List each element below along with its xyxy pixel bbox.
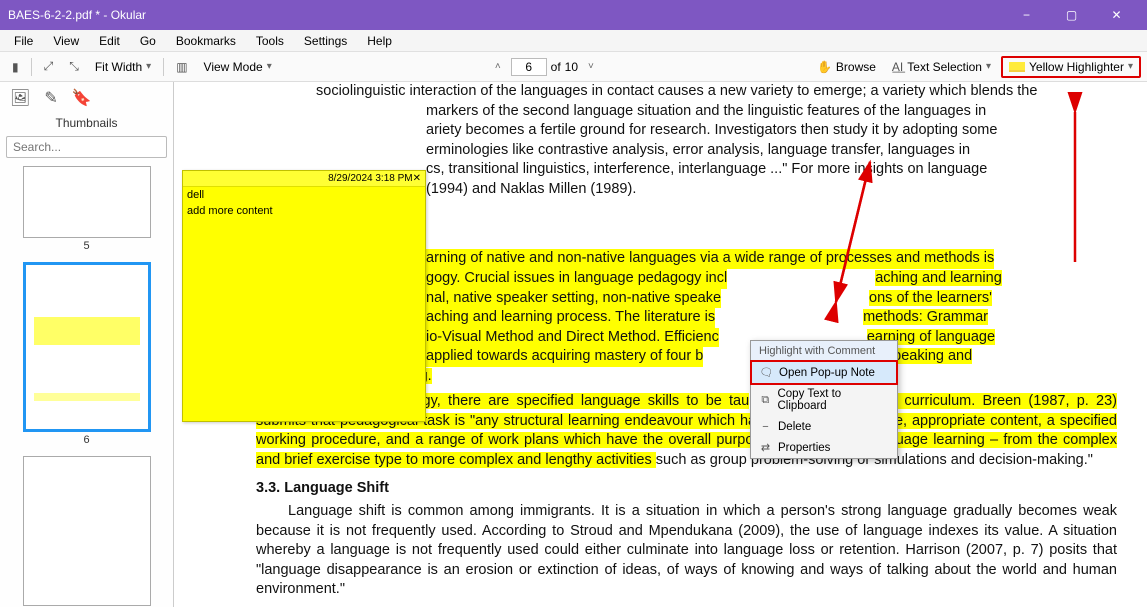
pencil-icon: ✎ (44, 90, 57, 107)
browse-tool-button[interactable]: ✋ Browse (811, 57, 882, 77)
thumbnail-page-5[interactable]: 5 (6, 166, 167, 252)
view-mode-label: View Mode (204, 60, 263, 74)
context-delete[interactable]: − Delete (751, 416, 897, 437)
context-copy-text[interactable]: ⧉ Copy Text to Clipboard (751, 384, 897, 416)
hand-icon: ✋ (817, 60, 832, 74)
main-area: 🖼 ✎ 🔖 Thumbnails 5 6 sociolinguisti (0, 82, 1147, 607)
chevron-up-icon: ˄ (495, 61, 501, 72)
next-page-button[interactable]: ˅ (582, 58, 600, 75)
page-total: 10 (565, 60, 578, 74)
thumbnails-list: 5 6 (0, 164, 173, 607)
prev-page-button[interactable]: ˄ (489, 58, 507, 75)
window-buttons: − ▢ ✕ (1004, 0, 1139, 30)
maximize-button[interactable]: ▢ (1049, 0, 1094, 30)
text-selection-button[interactable]: A̲I̲ Text Selection ▾ (886, 57, 997, 77)
sidebar-search (6, 136, 167, 158)
context-menu-title: Highlight with Comment (751, 341, 897, 361)
panel-icon: ▮ (12, 60, 19, 74)
menu-settings[interactable]: Settings (294, 32, 357, 50)
zoom-in-icon: ⤡ (69, 59, 79, 74)
chevron-down-icon: ˅ (588, 61, 594, 72)
titlebar: BAES-6-2-2.pdf * - Okular − ▢ ✕ (0, 0, 1147, 30)
heading-3-3: 3.3. Language Shift (256, 479, 1117, 499)
sidebar: 🖼 ✎ 🔖 Thumbnails 5 6 (0, 82, 174, 607)
view-mode-icon: ▥ (176, 60, 187, 74)
chevron-down-icon: ▾ (986, 61, 991, 72)
zoom-out-icon: ⤢ (44, 59, 54, 74)
browse-label: Browse (836, 60, 876, 74)
page-of-label: of (551, 60, 561, 74)
thumbnail-page-7[interactable] (6, 456, 167, 606)
toolbar: ▮ ⤢ ⤡ Fit Width ▾ ▥ View Mode ▾ ˄ of 10 … (0, 52, 1147, 82)
zoom-out-button[interactable]: ⤢ (38, 56, 60, 77)
sidebar-tabs: 🖼 ✎ 🔖 (0, 82, 173, 114)
chevron-down-icon: ▾ (1128, 61, 1133, 72)
text-selection-label: Text Selection (907, 60, 982, 74)
menu-edit[interactable]: Edit (89, 32, 130, 50)
context-properties[interactable]: ⇄ Properties (751, 437, 897, 458)
menu-tools[interactable]: Tools (246, 32, 294, 50)
highlighter-tool-button[interactable]: Yellow Highlighter ▾ (1001, 56, 1141, 78)
thumbnail-page-6[interactable]: 6 (6, 262, 167, 446)
annotations-tab[interactable]: ✎ (44, 88, 57, 108)
properties-icon: ⇄ (759, 441, 772, 454)
menu-file[interactable]: File (4, 32, 43, 50)
chevron-down-icon: ▾ (267, 61, 272, 72)
search-input[interactable] (6, 136, 167, 158)
thumbnail-label: 5 (6, 240, 167, 252)
page-number-input[interactable] (511, 58, 547, 76)
bookmarks-tab[interactable]: 🔖 (72, 88, 92, 108)
text-selection-icon: A̲I̲ (892, 60, 903, 74)
zoom-in-button[interactable]: ⤡ (63, 56, 85, 77)
panel-toggle-button[interactable]: ▮ (6, 57, 25, 77)
menu-view[interactable]: View (43, 32, 89, 50)
zoom-mode-label: Fit Width (95, 60, 142, 74)
thumbnail-label: 6 (6, 434, 167, 446)
menu-bookmarks[interactable]: Bookmarks (166, 32, 246, 50)
note-body[interactable]: add more content (183, 203, 425, 219)
highlighter-label: Yellow Highlighter (1029, 60, 1124, 74)
annotation-context-menu: Highlight with Comment 🗨 Open Pop-up Not… (750, 340, 898, 459)
context-open-popup-note[interactable]: 🗨 Open Pop-up Note (750, 360, 898, 385)
thumbnails-icon: 🖼 (10, 90, 30, 107)
chevron-down-icon: ▾ (146, 61, 151, 72)
note-close-button[interactable]: ✕ (413, 173, 421, 184)
view-mode-icon-button[interactable]: ▥ (170, 57, 193, 77)
note-icon: 🗨 (760, 366, 773, 379)
minimize-button[interactable]: − (1004, 0, 1049, 30)
delete-icon: − (759, 420, 772, 433)
bookmark-icon: 🔖 (72, 90, 92, 107)
thumbnails-tab[interactable]: 🖼 (10, 88, 30, 108)
menu-go[interactable]: Go (130, 32, 166, 50)
window-title: BAES-6-2-2.pdf * - Okular (8, 8, 1004, 22)
popup-note[interactable]: 8/29/2024 3:18 PM ✕ dell add more conten… (182, 170, 426, 422)
sidebar-title: Thumbnails (0, 114, 173, 136)
menu-bar: File View Edit Go Bookmarks Tools Settin… (0, 30, 1147, 52)
note-author: dell (183, 187, 425, 203)
copy-icon: ⧉ (759, 394, 771, 407)
view-mode-dropdown[interactable]: View Mode ▾ (198, 57, 278, 77)
highlighter-swatch-icon (1009, 62, 1025, 72)
note-timestamp: 8/29/2024 3:18 PM (328, 173, 413, 184)
close-button[interactable]: ✕ (1094, 0, 1139, 30)
zoom-mode-dropdown[interactable]: Fit Width ▾ (89, 57, 157, 77)
menu-help[interactable]: Help (357, 32, 402, 50)
